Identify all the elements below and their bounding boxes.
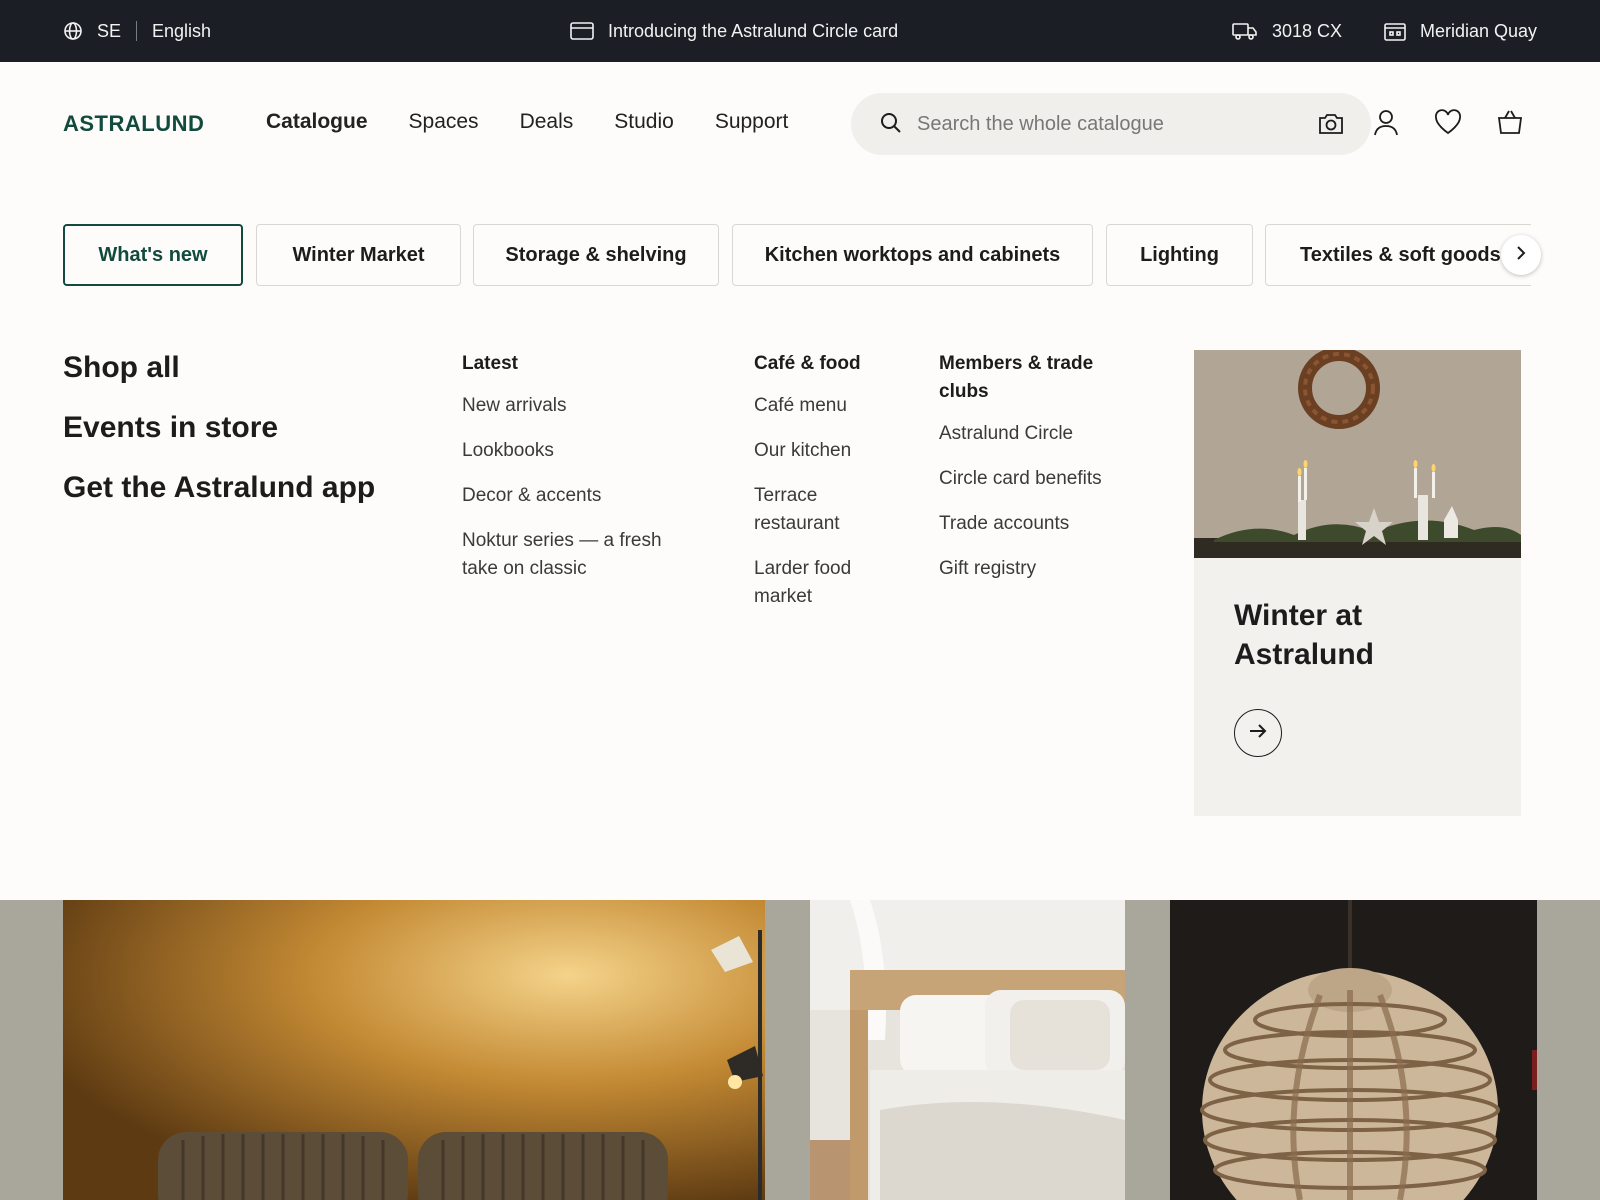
promo-text: Introducing the Astralund Circle card [608,20,899,41]
card-icon [570,21,594,41]
menu-link[interactable]: Decor & accents [462,482,692,510]
nav-spaces[interactable]: Spaces [409,110,479,134]
menu-link[interactable]: Café menu [754,392,884,420]
truck-icon [1232,21,1258,41]
menu-link[interactable]: Terrace restaurant [754,482,884,538]
inspiration-gallery [0,900,1600,1200]
pill-kitchen-worktops[interactable]: Kitchen worktops and cabinets [732,224,1093,286]
bedroom-image[interactable] [810,900,1125,1200]
menu-link[interactable]: New arrivals [462,392,692,420]
locale-selector[interactable]: SE English [63,0,211,62]
logo[interactable]: ASTRALUND [63,111,204,137]
circle-card-promo-link[interactable]: Introducing the Astralund Circle card [570,0,898,62]
delivery-postcode[interactable]: 3018 CX [1232,0,1342,62]
events-link[interactable]: Events in store [63,410,375,446]
shop-all-link[interactable]: Shop all [63,350,375,386]
user-icon[interactable] [1373,109,1399,142]
promo-arrow-button[interactable] [1234,709,1282,757]
postcode-text: 3018 CX [1272,20,1343,41]
menu-column-latest: Latest New arrivals Lookbooks Decor & ac… [462,350,692,600]
nav-support[interactable]: Support [715,110,789,134]
utility-bar: SE English Introducing the Astralund Cir… [0,0,1600,62]
pill-winter-market[interactable]: Winter Market [256,224,461,286]
column-heading: Latest [462,353,518,374]
camera-icon[interactable] [1317,111,1345,142]
search-bar [851,93,1371,155]
menu-link[interactable]: Lookbooks [462,437,692,465]
menu-link[interactable]: Our kitchen [754,437,884,465]
promo-title: Winter at Astralund [1234,599,1375,671]
pill-whats-new[interactable]: What's new [63,224,243,286]
arrow-right-icon [1249,723,1267,744]
store-icon [1384,21,1406,41]
search-input[interactable] [917,93,1297,155]
pill-lighting[interactable]: Lighting [1106,224,1253,286]
main-header: ASTRALUND Catalogue Spaces Deals Studio … [0,62,1600,186]
pill-storage-shelving[interactable]: Storage & shelving [473,224,719,286]
chevron-right-icon [1514,245,1528,266]
country-code: SE [97,20,122,41]
featured-links: Shop all Events in store Get the Astralu… [63,350,375,530]
winter-mantel-image [1194,350,1521,558]
menu-link[interactable]: Trade accounts [939,510,1119,538]
divider [136,21,138,41]
nav-studio[interactable]: Studio [614,110,674,134]
category-pills: What's new Winter Market Storage & shelv… [63,224,1531,286]
store-name: Meridian Quay [1420,20,1538,41]
column-heading: Members & trade clubs [939,353,1094,402]
menu-link[interactable]: Gift registry [939,555,1119,583]
heart-icon[interactable] [1434,109,1462,140]
nav-catalogue[interactable]: Catalogue [266,110,368,134]
nav-deals[interactable]: Deals [520,110,574,134]
store-selector[interactable]: Meridian Quay [1384,0,1537,62]
main-nav: Catalogue Spaces Deals Studio Support [266,110,829,134]
menu-column-members: Members & trade clubs Astralund Circle C… [939,350,1119,600]
winter-promo-card[interactable]: Winter at Astralund [1194,350,1521,816]
pill-textiles[interactable]: Textiles & soft goods [1265,224,1531,286]
menu-link[interactable]: Larder food market [754,555,884,611]
globe-icon [63,21,83,41]
living-room-image[interactable] [63,900,765,1200]
menu-link[interactable]: Astralund Circle [939,420,1119,448]
column-heading: Café & food [754,353,861,374]
pendant-lamp-image[interactable] [1170,900,1537,1200]
menu-column-cafe: Café & food Café menu Our kitchen Terrac… [754,350,884,628]
language-label: English [152,20,212,41]
app-link[interactable]: Get the Astralund app [63,470,375,506]
menu-link[interactable]: Circle card benefits [939,465,1119,493]
menu-link[interactable]: Noktur series — a fresh take on classic [462,527,692,583]
shopping-bag-icon[interactable] [1497,109,1523,140]
pills-next-button[interactable] [1501,235,1541,275]
search-icon[interactable] [879,111,903,140]
